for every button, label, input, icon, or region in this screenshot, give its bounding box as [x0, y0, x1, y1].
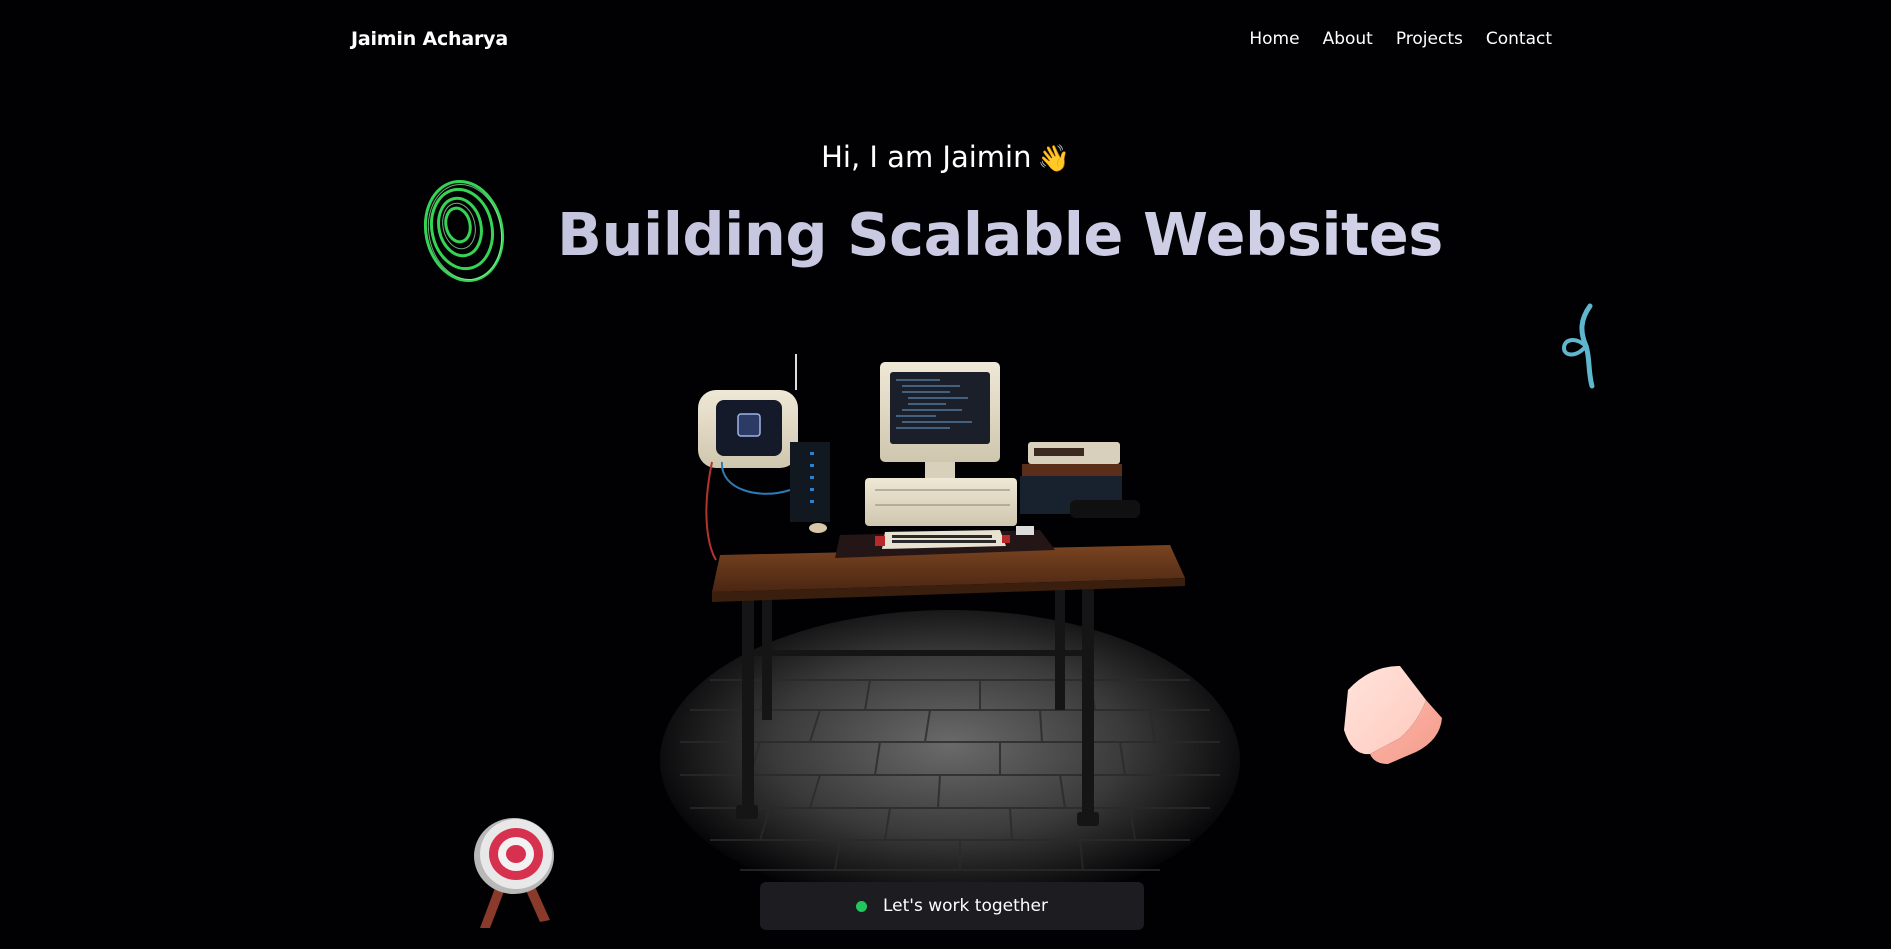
site-logo[interactable]: Jaimin Acharya — [351, 28, 508, 50]
desk-computer-scene — [660, 354, 1240, 910]
navbar: Jaimin Acharya Home About Projects Conta… — [351, 20, 1552, 58]
nav-item-projects[interactable]: Projects — [1396, 29, 1463, 49]
ring-icon — [1561, 303, 1595, 389]
target-icon — [474, 818, 554, 928]
nav-item-home[interactable]: Home — [1249, 29, 1299, 49]
work-together-button[interactable]: Let's work together — [760, 882, 1144, 930]
spiral-rings-icon — [423, 179, 505, 283]
nav-item-contact[interactable]: Contact — [1486, 29, 1552, 49]
cube-icon — [1344, 666, 1442, 764]
wave-icon: 👋 — [1037, 144, 1070, 174]
greeting-text: Hi, I am Jaimin — [821, 140, 1032, 174]
nav-links: Home About Projects Contact — [1249, 29, 1552, 49]
status-dot-icon — [856, 900, 867, 912]
hero-greeting: Hi, I am Jaimin 👋 — [0, 140, 1891, 174]
cta-label: Let's work together — [883, 896, 1048, 916]
page: Jaimin Acharya Home About Projects Conta… — [0, 0, 1891, 949]
nav-item-about[interactable]: About — [1323, 29, 1373, 49]
hero-headline: Building Scalable Websites — [0, 200, 1891, 269]
